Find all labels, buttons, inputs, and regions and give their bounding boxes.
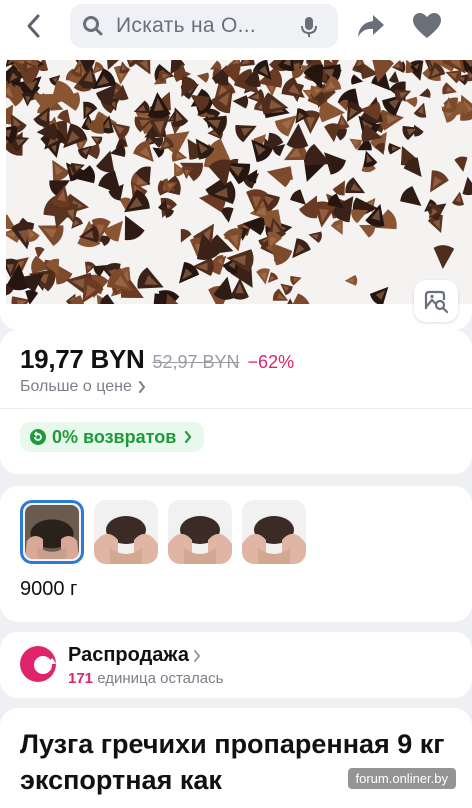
old-price: 52,97 BYN [152,352,240,372]
sale-title-link[interactable]: Распродажа [68,644,201,667]
chevron-left-icon [27,14,40,38]
variant-image [168,500,232,564]
stock-count: 171 [68,670,94,687]
more-about-price-link[interactable]: Больше о цене [20,378,146,396]
stock-remaining: 171 единица осталась [68,670,223,687]
chevron-right-icon [138,381,146,393]
price-card: 19,77 BYN 52,97 BYN −62% Больше о цене 0… [0,330,472,474]
returns-label: 0% возвратов [52,426,177,447]
product-photo[interactable] [6,60,472,304]
heart-icon[interactable] [412,12,442,40]
chevron-right-icon [185,431,192,443]
variant-thumbnail-selected[interactable] [20,500,84,564]
image-search-button[interactable] [414,280,458,322]
variants-card: 9000 г [0,486,472,622]
return-icon [30,429,46,445]
price-row: 19,77 BYN 52,97 BYN −62% [20,344,294,375]
variant-thumbnail[interactable] [94,500,158,564]
variant-image [25,505,79,559]
microphone-icon[interactable] [300,16,318,38]
variant-thumbnail[interactable] [242,500,306,564]
product-gallery[interactable] [0,54,472,330]
sale-card[interactable]: Распродажа 171 единица осталась [0,632,472,698]
more-about-price-label: Больше о цене [20,378,132,395]
search-icon [83,16,103,36]
variant-thumbnail[interactable] [168,500,232,564]
discount-badge: −62% [247,352,295,372]
variant-image [94,500,158,564]
divider [0,408,472,409]
selected-variant-label: 9000 г [20,578,78,600]
image-search-icon [424,290,449,313]
variant-image [242,500,306,564]
search-placeholder: Искать на О... [116,14,257,37]
chevron-right-icon [193,649,201,662]
returns-badge[interactable]: 0% возвратов [20,422,205,452]
stock-text: единица осталась [97,670,224,687]
product-title-card: Лузга гречихи пропаренная 9 кг экспортна… [0,708,472,808]
share-icon[interactable] [356,12,386,40]
sale-title: Распродажа [68,644,189,666]
search-input[interactable]: Искать на О... [70,4,338,48]
back-button[interactable] [18,10,48,42]
top-bar: Искать на О... [0,0,472,54]
sale-logo-icon [20,646,56,682]
current-price: 19,77 BYN [20,344,145,374]
watermark: forum.onliner.by [347,768,456,789]
